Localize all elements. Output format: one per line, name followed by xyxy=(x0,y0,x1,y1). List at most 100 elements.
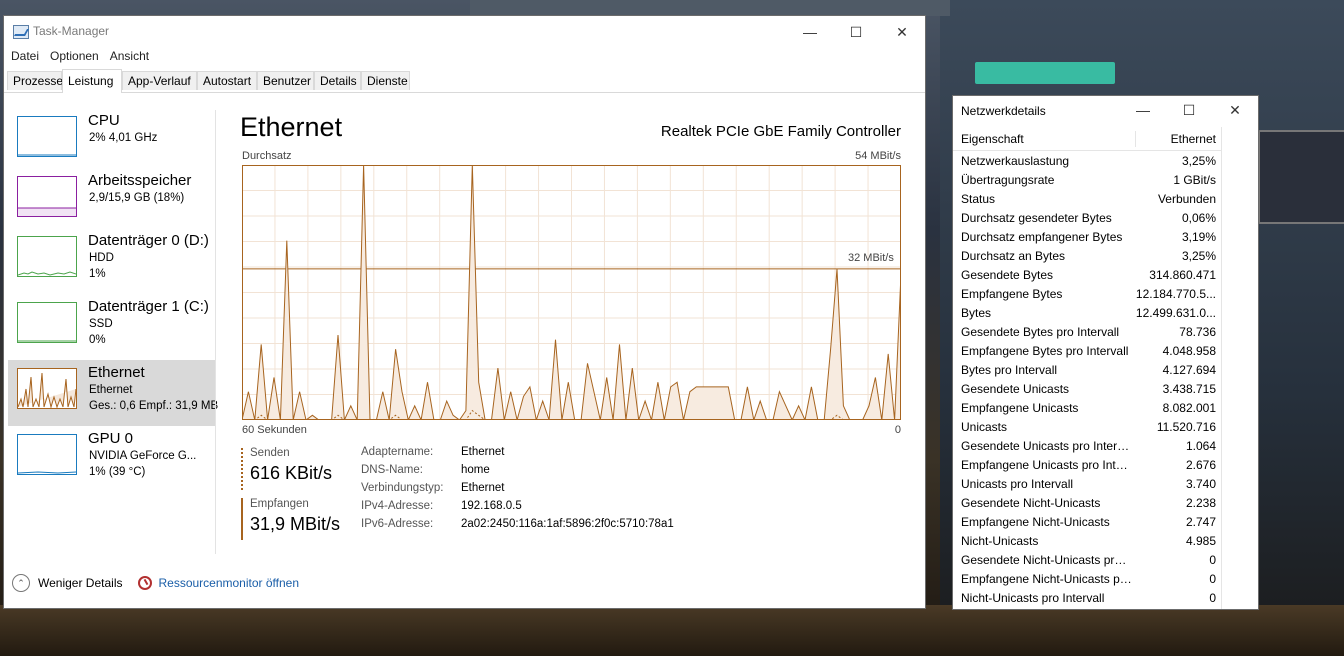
details-list: Netzwerkauslastung 3,25% Übertragungsrate 1… xyxy=(953,152,1221,608)
device-line1: 2,9/15,9 GB (18%) xyxy=(89,192,185,204)
throughput-chart xyxy=(242,165,901,420)
property-name: Durchsatz empfangener Bytes xyxy=(961,230,1123,244)
property-value: 0 xyxy=(1209,553,1216,567)
maximize-button[interactable]: ☐ xyxy=(833,16,879,48)
nd-close-button[interactable]: ✕ xyxy=(1212,96,1258,124)
property-value: 2.676 xyxy=(1185,458,1216,472)
details-row[interactable]: Empfangene Nicht-Unicasts 2.747 xyxy=(953,513,1221,532)
menu-optionen[interactable]: Optionen xyxy=(50,47,105,67)
device-line2: 1% (39 °C) xyxy=(89,466,146,478)
nd-minimize-button[interactable]: — xyxy=(1120,96,1166,124)
property-name: Empfangene Bytes xyxy=(961,287,1063,301)
details-row[interactable]: Gesendete Nicht-Unicasts 2.238 xyxy=(953,494,1221,513)
network-details-title: Netzwerkdetails xyxy=(961,104,1046,118)
tab-prozesse[interactable]: Prozesse xyxy=(7,71,63,90)
close-button[interactable]: ✕ xyxy=(879,16,925,48)
device-name: Datenträger 0 (D:) xyxy=(88,232,209,249)
property-name: Empfangene Nicht-Unicasts xyxy=(961,515,1110,529)
property-name: Empfangene Unicasts xyxy=(961,401,1079,415)
detail-key: DNS-Name: xyxy=(361,464,423,476)
tab-autostart[interactable]: Autostart xyxy=(197,71,257,90)
details-row[interactable]: Empfangene Bytes pro Intervall 4.048.958 xyxy=(953,342,1221,361)
details-row[interactable]: Gesendete Bytes 314.860.471 xyxy=(953,266,1221,285)
property-name: Gesendete Nicht-Unicasts pro I... xyxy=(961,553,1133,567)
property-value: 12.184.770.5... xyxy=(1135,287,1216,301)
property-value: 4.985 xyxy=(1185,534,1216,548)
graph-max-label: 54 MBit/s xyxy=(855,150,901,162)
list-edge xyxy=(1221,127,1222,609)
property-value: 11.520.716 xyxy=(1156,420,1216,434)
device-memory[interactable]: Arbeitsspeicher 2,9/15,9 GB (18%) xyxy=(8,168,215,234)
details-row[interactable]: Nicht-Unicasts 4.985 xyxy=(953,532,1221,551)
cpu-thumbnail xyxy=(17,116,77,157)
property-value: 0,06% xyxy=(1181,211,1216,225)
fewer-details-link[interactable]: Weniger Details xyxy=(38,576,122,590)
property-value: 3.438.715 xyxy=(1162,382,1216,396)
send-indicator xyxy=(241,448,245,490)
window-title: Task-Manager xyxy=(33,24,110,38)
details-row[interactable]: Nicht-Unicasts pro Intervall 0 xyxy=(953,589,1221,608)
device-disk1[interactable]: Datenträger 1 (C:) SSD 0% xyxy=(8,294,215,360)
detail-key: IPv6-Adresse: xyxy=(361,518,434,530)
property-value: 2.238 xyxy=(1185,496,1216,510)
device-gpu[interactable]: GPU 0 NVIDIA GeForce G... 1% (39 °C) xyxy=(8,426,215,492)
tab-leistung[interactable]: Leistung xyxy=(62,69,122,93)
send-stat: Senden 616 KBit/s xyxy=(250,447,332,484)
property-value: 3,19% xyxy=(1181,230,1216,244)
minimize-button[interactable]: — xyxy=(787,16,833,48)
menu-ansicht[interactable]: Ansicht xyxy=(110,47,155,67)
property-name: Empfangene Nicht-Unicasts pr... xyxy=(961,572,1133,586)
detail-value: home xyxy=(461,464,490,476)
column-value[interactable]: Ethernet xyxy=(1171,132,1216,146)
details-row[interactable]: Gesendete Unicasts pro Intervall 1.064 xyxy=(953,437,1221,456)
device-cpu[interactable]: CPU 2% 4,01 GHz xyxy=(8,108,215,174)
details-row[interactable]: Durchsatz empfangener Bytes 3,19% xyxy=(953,228,1221,247)
chevron-up-icon[interactable]: ⌃ xyxy=(12,574,30,592)
device-name: GPU 0 xyxy=(88,430,134,447)
tab-details[interactable]: Details xyxy=(314,71,361,90)
panel-divider xyxy=(215,110,216,554)
details-row[interactable]: Netzwerkauslastung 3,25% xyxy=(953,152,1221,171)
title-bar[interactable]: Task-Manager — ☐ ✕ xyxy=(4,16,925,48)
detail-row: IPv4-Adresse: 192.168.0.5 xyxy=(361,500,674,518)
resource-monitor-icon xyxy=(138,576,153,590)
details-row[interactable]: Übertragungsrate 1 GBit/s xyxy=(953,171,1221,190)
details-row[interactable]: Empfangene Unicasts pro Inter... 2.676 xyxy=(953,456,1221,475)
details-row[interactable]: Unicasts pro Intervall 3.740 xyxy=(953,475,1221,494)
column-divider[interactable] xyxy=(1135,131,1136,147)
property-value: 3.740 xyxy=(1185,477,1216,491)
details-row[interactable]: Gesendete Bytes pro Intervall 78.736 xyxy=(953,323,1221,342)
property-value: 3,25% xyxy=(1181,154,1216,168)
resource-monitor-link[interactable]: Ressourcenmonitor öffnen xyxy=(158,576,299,590)
graph-mid-label: 32 MBit/s xyxy=(848,252,894,264)
device-disk0[interactable]: Datenträger 0 (D:) HDD 1% xyxy=(8,228,215,294)
details-row[interactable]: Empfangene Bytes 12.184.770.5... xyxy=(953,285,1221,304)
details-row[interactable]: Empfangene Unicasts 8.082.001 xyxy=(953,399,1221,418)
property-value: 8.082.001 xyxy=(1162,401,1216,415)
column-property[interactable]: Eigenschaft xyxy=(961,132,1024,146)
disk1-thumbnail xyxy=(17,302,77,343)
details-row[interactable]: Bytes pro Intervall 4.127.694 xyxy=(953,361,1221,380)
menu-datei[interactable]: Datei xyxy=(11,47,45,67)
tab-benutzer[interactable]: Benutzer xyxy=(257,71,314,90)
nd-maximize-button[interactable]: ☐ xyxy=(1166,96,1212,124)
property-name: Status xyxy=(961,192,996,206)
device-ethernet[interactable]: Ethernet Ethernet Ges.: 0,6 Empf.: 31,9 … xyxy=(8,360,218,426)
tab-app-verlauf[interactable]: App-Verlauf xyxy=(122,71,197,90)
tab-dienste[interactable]: Dienste xyxy=(361,71,410,90)
details-row[interactable]: Durchsatz an Bytes 3,25% xyxy=(953,247,1221,266)
property-value: 2.747 xyxy=(1185,515,1216,529)
property-value: 4.127.694 xyxy=(1162,363,1216,377)
details-row[interactable]: Empfangene Nicht-Unicasts pr... 0 xyxy=(953,570,1221,589)
details-header: Eigenschaft Ethernet xyxy=(953,127,1221,151)
property-name: Nicht-Unicasts pro Intervall xyxy=(961,591,1105,605)
property-name: Durchsatz gesendeter Bytes xyxy=(961,211,1112,225)
details-row[interactable]: Durchsatz gesendeter Bytes 0,06% xyxy=(953,209,1221,228)
details-row[interactable]: Status Verbunden xyxy=(953,190,1221,209)
details-row[interactable]: Gesendete Nicht-Unicasts pro I... 0 xyxy=(953,551,1221,570)
details-row[interactable]: Unicasts 11.520.716 xyxy=(953,418,1221,437)
property-name: Empfangene Unicasts pro Inter... xyxy=(961,458,1133,472)
details-row[interactable]: Bytes 12.499.631.0... xyxy=(953,304,1221,323)
property-value: Verbunden xyxy=(1157,192,1216,206)
details-row[interactable]: Gesendete Unicasts 3.438.715 xyxy=(953,380,1221,399)
